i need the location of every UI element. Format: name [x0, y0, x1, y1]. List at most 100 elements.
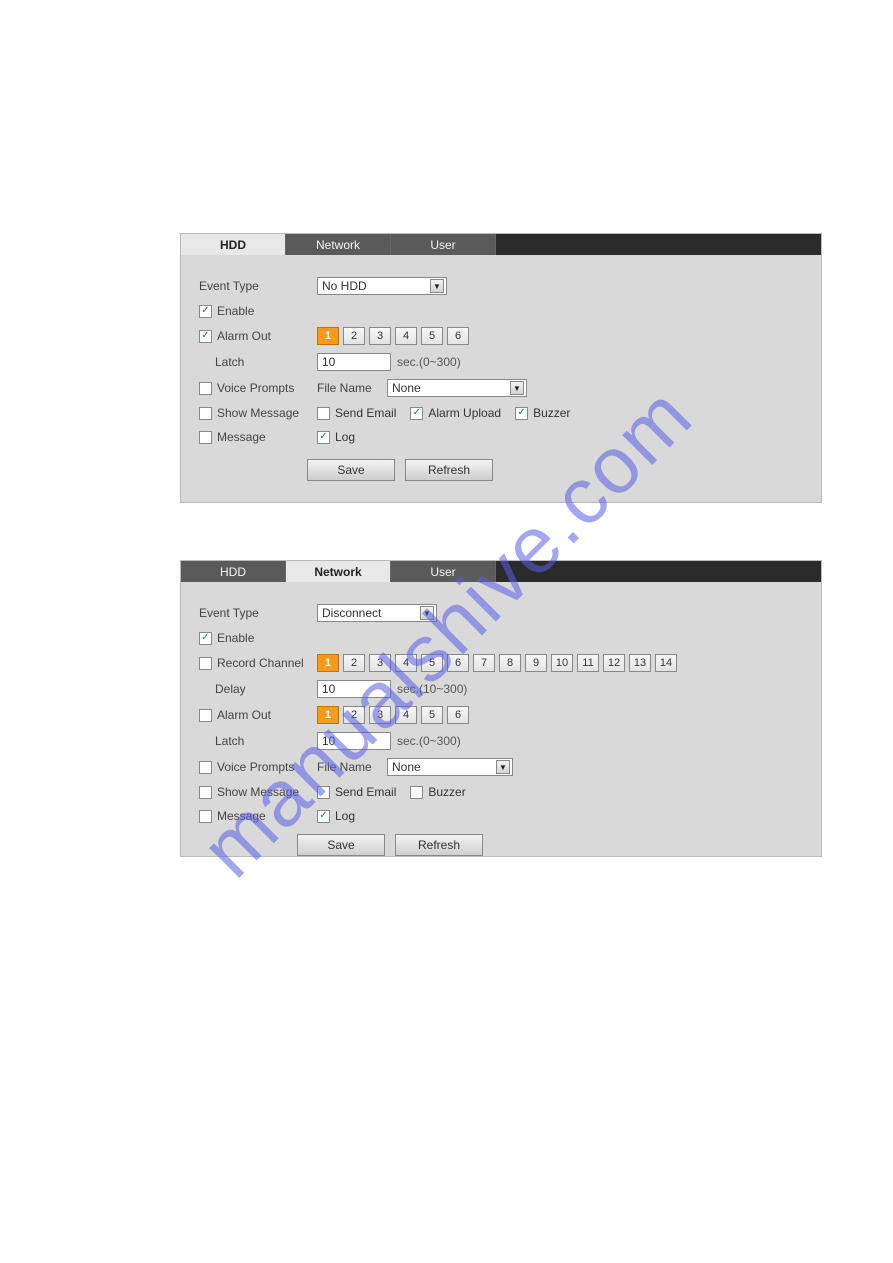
- tab-user[interactable]: User: [391, 234, 496, 255]
- file-name-select[interactable]: None ▼: [387, 758, 513, 776]
- dropdown-arrow-icon: ▼: [510, 381, 524, 395]
- log-label: Log: [335, 430, 355, 444]
- send-email-label: Send Email: [335, 406, 396, 420]
- tab-hdd[interactable]: HDD: [181, 561, 286, 582]
- alarm-out-ch-5[interactable]: 5: [421, 327, 443, 345]
- abnormality-panel-network: HDD Network User Event Type Disconnect ▼…: [180, 560, 822, 857]
- rec-ch-7[interactable]: 7: [473, 654, 495, 672]
- show-message-checkbox[interactable]: [199, 407, 212, 420]
- alarm-upload-label: Alarm Upload: [428, 406, 501, 420]
- voice-prompts-checkbox[interactable]: [199, 382, 212, 395]
- tab-network[interactable]: Network: [286, 561, 391, 582]
- event-type-label: Event Type: [199, 279, 317, 293]
- alarm-out-label: Alarm Out: [217, 708, 271, 722]
- alarm-out-ch-3[interactable]: 3: [369, 327, 391, 345]
- voice-prompts-label: Voice Prompts: [217, 760, 294, 774]
- buzzer-checkbox[interactable]: ✓: [515, 407, 528, 420]
- save-button[interactable]: Save: [297, 834, 385, 856]
- abnormality-panel-hdd: HDD Network User Event Type No HDD ▼ ✓ E…: [180, 233, 822, 503]
- alarm-out-ch-5[interactable]: 5: [421, 706, 443, 724]
- event-type-select[interactable]: No HDD ▼: [317, 277, 447, 295]
- dropdown-arrow-icon: ▼: [496, 760, 510, 774]
- alarm-out-ch-3[interactable]: 3: [369, 706, 391, 724]
- file-name-select[interactable]: None ▼: [387, 379, 527, 397]
- latch-input[interactable]: 10: [317, 353, 391, 371]
- rec-ch-12[interactable]: 12: [603, 654, 625, 672]
- alarm-out-ch-4[interactable]: 4: [395, 706, 417, 724]
- event-type-value: Disconnect: [322, 606, 381, 620]
- show-message-checkbox[interactable]: [199, 786, 212, 799]
- rec-ch-4[interactable]: 4: [395, 654, 417, 672]
- alarm-out-checkbox[interactable]: [199, 709, 212, 722]
- alarm-out-ch-1[interactable]: 1: [317, 706, 339, 724]
- latch-label: Latch: [199, 355, 317, 369]
- message-label: Message: [217, 430, 266, 444]
- send-email-checkbox[interactable]: [317, 407, 330, 420]
- rec-ch-14[interactable]: 14: [655, 654, 677, 672]
- send-email-checkbox[interactable]: [317, 786, 330, 799]
- rec-ch-6[interactable]: 6: [447, 654, 469, 672]
- save-button[interactable]: Save: [307, 459, 395, 481]
- enable-checkbox[interactable]: ✓: [199, 632, 212, 645]
- alarm-out-ch-2[interactable]: 2: [343, 327, 365, 345]
- rec-ch-10[interactable]: 10: [551, 654, 573, 672]
- rec-ch-11[interactable]: 11: [577, 654, 599, 672]
- alarm-out-channels: 1 2 3 4 5 6: [317, 706, 469, 724]
- log-checkbox[interactable]: ✓: [317, 810, 330, 823]
- send-email-label: Send Email: [335, 785, 396, 799]
- tab-bar: HDD Network User: [181, 561, 821, 582]
- alarm-out-checkbox[interactable]: ✓: [199, 330, 212, 343]
- alarm-out-channels: 1 2 3 4 5 6: [317, 327, 469, 345]
- event-type-label: Event Type: [199, 606, 317, 620]
- record-channel-buttons: 1 2 3 4 5 6 7 8 9 10 11 12 13 14: [317, 654, 677, 672]
- rec-ch-9[interactable]: 9: [525, 654, 547, 672]
- latch-input[interactable]: 10: [317, 732, 391, 750]
- alarm-out-ch-4[interactable]: 4: [395, 327, 417, 345]
- event-type-select[interactable]: Disconnect ▼: [317, 604, 437, 622]
- show-message-label: Show Message: [217, 785, 299, 799]
- enable-label: Enable: [217, 304, 254, 318]
- alarm-out-ch-6[interactable]: 6: [447, 706, 469, 724]
- dropdown-arrow-icon: ▼: [430, 279, 444, 293]
- rec-ch-3[interactable]: 3: [369, 654, 391, 672]
- buzzer-label: Buzzer: [428, 785, 465, 799]
- tab-network[interactable]: Network: [286, 234, 391, 255]
- message-checkbox[interactable]: [199, 810, 212, 823]
- record-channel-checkbox[interactable]: [199, 657, 212, 670]
- message-checkbox[interactable]: [199, 431, 212, 444]
- enable-label: Enable: [217, 631, 254, 645]
- alarm-out-label: Alarm Out: [217, 329, 271, 343]
- file-name-label: File Name: [317, 760, 387, 774]
- voice-prompts-checkbox[interactable]: [199, 761, 212, 774]
- show-message-label: Show Message: [217, 406, 299, 420]
- tab-hdd[interactable]: HDD: [181, 234, 286, 255]
- voice-prompts-label: Voice Prompts: [217, 381, 294, 395]
- event-type-value: No HDD: [322, 279, 367, 293]
- rec-ch-2[interactable]: 2: [343, 654, 365, 672]
- rec-ch-13[interactable]: 13: [629, 654, 651, 672]
- record-channel-label: Record Channel: [217, 656, 304, 670]
- dropdown-arrow-icon: ▼: [420, 606, 434, 620]
- buzzer-label: Buzzer: [533, 406, 570, 420]
- rec-ch-5[interactable]: 5: [421, 654, 443, 672]
- refresh-button[interactable]: Refresh: [405, 459, 493, 481]
- delay-hint: sec.(10~300): [397, 682, 467, 696]
- delay-input[interactable]: 10: [317, 680, 391, 698]
- buzzer-checkbox[interactable]: [410, 786, 423, 799]
- refresh-button[interactable]: Refresh: [395, 834, 483, 856]
- log-checkbox[interactable]: ✓: [317, 431, 330, 444]
- file-name-label: File Name: [317, 381, 387, 395]
- tab-user[interactable]: User: [391, 561, 496, 582]
- tab-bar: HDD Network User: [181, 234, 821, 255]
- enable-checkbox[interactable]: ✓: [199, 305, 212, 318]
- latch-hint: sec.(0~300): [397, 734, 461, 748]
- delay-label: Delay: [199, 682, 317, 696]
- rec-ch-8[interactable]: 8: [499, 654, 521, 672]
- alarm-upload-checkbox[interactable]: ✓: [410, 407, 423, 420]
- alarm-out-ch-6[interactable]: 6: [447, 327, 469, 345]
- rec-ch-1[interactable]: 1: [317, 654, 339, 672]
- alarm-out-ch-1[interactable]: 1: [317, 327, 339, 345]
- message-label: Message: [217, 809, 266, 823]
- file-name-value: None: [392, 760, 421, 774]
- alarm-out-ch-2[interactable]: 2: [343, 706, 365, 724]
